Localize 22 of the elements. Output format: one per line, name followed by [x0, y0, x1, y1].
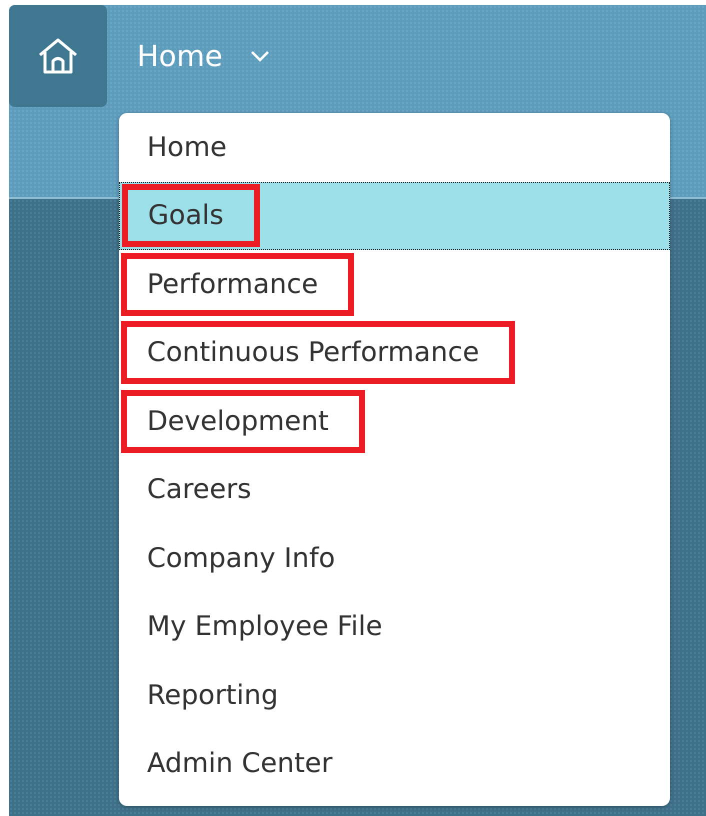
home-icon	[37, 37, 79, 75]
menu-item[interactable]: Development	[119, 387, 670, 456]
menu-item-label: Home	[147, 132, 227, 163]
highlighted-label: Performance	[121, 252, 354, 316]
menu-item-label: Company Info	[147, 542, 336, 574]
highlighted-label: Continuous Performance	[121, 321, 516, 384]
highlighted-label: Development	[121, 390, 365, 453]
menu-item[interactable]: Reporting	[119, 661, 670, 730]
menu-item[interactable]: Continuous Performance	[119, 318, 670, 387]
menu-item-label: My Employee File	[147, 611, 382, 642]
menu-item-label: Reporting	[147, 680, 278, 711]
menu-item[interactable]: Goals	[119, 182, 670, 250]
menu-item-label: Careers	[147, 474, 252, 506]
menu-item[interactable]: My Employee File	[119, 592, 670, 661]
home-button[interactable]	[9, 5, 107, 107]
menu-item[interactable]: Performance	[119, 250, 670, 318]
menu-item[interactable]: Careers	[119, 456, 670, 524]
highlighted-label: Goals	[122, 184, 260, 248]
menu-item-label: Admin Center	[147, 748, 333, 780]
menu-item[interactable]: Home	[119, 113, 670, 182]
menu-item[interactable]: Admin Center	[119, 730, 670, 798]
menu-item[interactable]: Company Info	[119, 524, 670, 592]
